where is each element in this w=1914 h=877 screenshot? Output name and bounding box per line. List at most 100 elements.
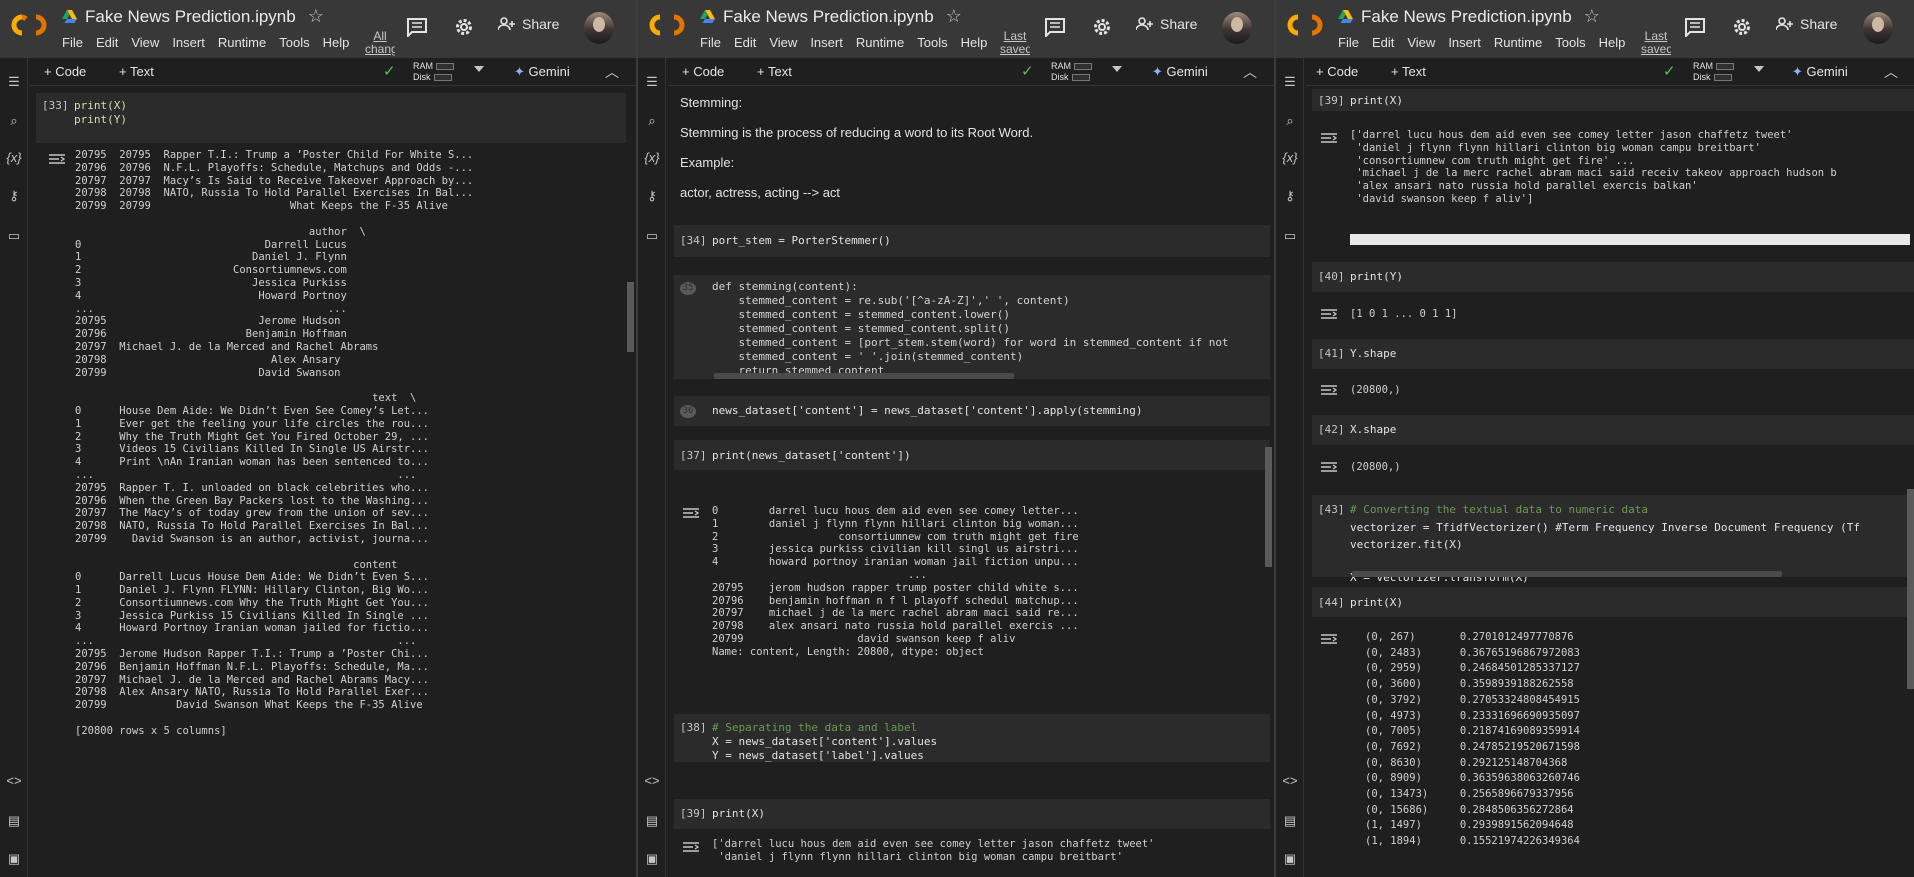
notebook-title[interactable]: Fake News Prediction.ipynb	[723, 7, 934, 27]
star-icon[interactable]: ☆	[946, 6, 962, 27]
gear-icon[interactable]	[1731, 17, 1753, 37]
gemini-button[interactable]: ✦ Gemini	[1792, 64, 1848, 80]
command-palette-icon[interactable]: ▤	[643, 813, 661, 831]
code-cell[interactable]: ✓ [34] port_stem = PorterStemmer()	[674, 225, 1270, 257]
code-cell[interactable]: ✓ 35 def stemming(content): stemmed_cont…	[674, 275, 1270, 379]
gemini-button[interactable]: ✦ Gemini	[1152, 64, 1208, 80]
cell-comment[interactable]: # Separating the data and label	[712, 721, 917, 735]
output-toggle-icon[interactable]	[1320, 633, 1338, 645]
code-snippets-icon[interactable]: <>	[1281, 773, 1299, 791]
share-button[interactable]: Share	[1136, 16, 1197, 32]
menu-insert[interactable]: Insert	[1448, 35, 1481, 50]
code-snippets-icon[interactable]: <>	[643, 773, 661, 791]
collapse-toolbar-icon[interactable]: ︿	[1243, 62, 1257, 82]
chevron-down-icon[interactable]	[1112, 66, 1122, 72]
menu-runtime[interactable]: Runtime	[218, 35, 266, 50]
avatar[interactable]	[1222, 12, 1252, 44]
gear-icon[interactable]	[1091, 17, 1113, 37]
code-cell[interactable]: ✓0s [39] print(X)	[674, 799, 1270, 829]
cell-source[interactable]: X.shape	[1350, 423, 1396, 437]
drive-icon[interactable]	[62, 10, 77, 23]
menu-help[interactable]: Help	[961, 35, 988, 50]
code-cell[interactable]: ✓0s [41] Y.shape	[1312, 339, 1914, 369]
toc-icon[interactable]: ☰	[643, 74, 661, 92]
output-toggle-icon[interactable]	[1320, 132, 1338, 144]
menu-edit[interactable]: Edit	[734, 35, 756, 50]
comment-icon[interactable]	[1044, 17, 1066, 37]
colab-logo[interactable]	[646, 12, 688, 38]
star-icon[interactable]: ☆	[1584, 6, 1600, 27]
scrollbar[interactable]	[1907, 489, 1914, 689]
cell-comment[interactable]: # Converting the textual data to numeric…	[1350, 503, 1648, 517]
cell-source[interactable]: port_stem = PorterStemmer()	[712, 234, 891, 248]
cell-source[interactable]: X = news_dataset['content'].values Y = n…	[712, 735, 937, 763]
terminal-icon[interactable]: ▣	[643, 851, 661, 869]
menu-file[interactable]: File	[62, 35, 83, 50]
menu-tools[interactable]: Tools	[917, 35, 947, 50]
search-icon[interactable]: ⌕	[643, 113, 661, 131]
toc-icon[interactable]: ☰	[5, 74, 23, 92]
chevron-down-icon[interactable]	[1754, 66, 1764, 72]
menu-file[interactable]: File	[700, 35, 721, 50]
menu-view[interactable]: View	[131, 35, 159, 50]
comment-icon[interactable]	[1684, 17, 1706, 37]
scrollbar[interactable]	[627, 282, 634, 352]
menu-runtime[interactable]: Runtime	[856, 35, 904, 50]
menu-insert[interactable]: Insert	[810, 35, 843, 50]
variables-icon[interactable]: {x}	[643, 150, 661, 168]
code-cell[interactable]: ✓ 36 news_dataset['content'] = news_data…	[674, 396, 1270, 426]
key-icon[interactable]: ⚷	[1281, 188, 1299, 206]
resources-indicator[interactable]: RAM Disk	[1693, 61, 1734, 83]
add-text-button[interactable]: + Text	[1391, 64, 1426, 79]
menu-view[interactable]: View	[769, 35, 797, 50]
search-icon[interactable]: ⌕	[1281, 113, 1299, 131]
colab-logo[interactable]	[1284, 12, 1326, 38]
variables-icon[interactable]: {x}	[1281, 150, 1299, 168]
cell-source[interactable]: print(X)	[712, 807, 765, 821]
command-palette-icon[interactable]: ▤	[1281, 813, 1299, 831]
cell-source[interactable]: print(X)	[1350, 596, 1403, 610]
drive-icon[interactable]	[700, 10, 715, 23]
add-text-button[interactable]: + Text	[119, 64, 154, 79]
menu-view[interactable]: View	[1407, 35, 1435, 50]
drive-icon[interactable]	[1338, 10, 1353, 23]
folder-icon[interactable]: ▭	[1281, 228, 1299, 246]
saved-status-link[interactable]: Last saved	[1641, 30, 1671, 56]
horizontal-scrollbar[interactable]	[714, 373, 1014, 379]
command-palette-icon[interactable]: ▤	[5, 813, 23, 831]
menu-edit[interactable]: Edit	[1372, 35, 1394, 50]
menu-edit[interactable]: Edit	[96, 35, 118, 50]
horizontal-scrollbar[interactable]	[1352, 571, 1782, 577]
cell-source[interactable]: print(Y)	[1350, 270, 1403, 284]
collapse-toolbar-icon[interactable]: ︿	[1884, 62, 1898, 82]
saved-status-link[interactable]: Last saved	[1000, 30, 1030, 56]
output-toggle-icon[interactable]	[1320, 384, 1338, 396]
output-toggle-icon[interactable]	[48, 153, 66, 165]
add-code-button[interactable]: + Code	[44, 64, 86, 79]
code-cell[interactable]: ✓0s [37] print(news_dataset['content'])	[674, 440, 1270, 470]
colab-logo[interactable]	[8, 12, 50, 38]
share-button[interactable]: Share	[498, 16, 559, 32]
menu-help[interactable]: Help	[1599, 35, 1626, 50]
menu-tools[interactable]: Tools	[279, 35, 309, 50]
resources-indicator[interactable]: RAM Disk	[413, 61, 454, 83]
menu-insert[interactable]: Insert	[172, 35, 205, 50]
cell-source[interactable]: news_dataset['content'] = news_dataset['…	[712, 404, 1142, 418]
terminal-icon[interactable]: ▣	[1281, 851, 1299, 869]
code-cell[interactable]: ✓0s [33] print(X) print(Y)	[36, 93, 626, 143]
code-cell[interactable]: ✓0s [43] # Converting the textual data t…	[1312, 495, 1914, 584]
comment-icon[interactable]	[406, 17, 428, 37]
resources-indicator[interactable]: RAM Disk	[1051, 61, 1092, 83]
star-icon[interactable]: ☆	[308, 6, 324, 27]
horizontal-scrollbar[interactable]	[1350, 234, 1910, 245]
key-icon[interactable]: ⚷	[5, 188, 23, 206]
gear-icon[interactable]	[453, 17, 475, 37]
output-toggle-icon[interactable]	[1320, 461, 1338, 473]
saved-status-link[interactable]: All chang	[365, 30, 395, 56]
code-cell[interactable]: ✓0s [39] print(X)	[1312, 89, 1914, 111]
folder-icon[interactable]: ▭	[5, 228, 23, 246]
share-button[interactable]: Share	[1776, 16, 1837, 32]
cell-source[interactable]: print(news_dataset['content'])	[712, 449, 911, 463]
add-code-button[interactable]: + Code	[1316, 64, 1358, 79]
output-toggle-icon[interactable]	[682, 507, 700, 519]
